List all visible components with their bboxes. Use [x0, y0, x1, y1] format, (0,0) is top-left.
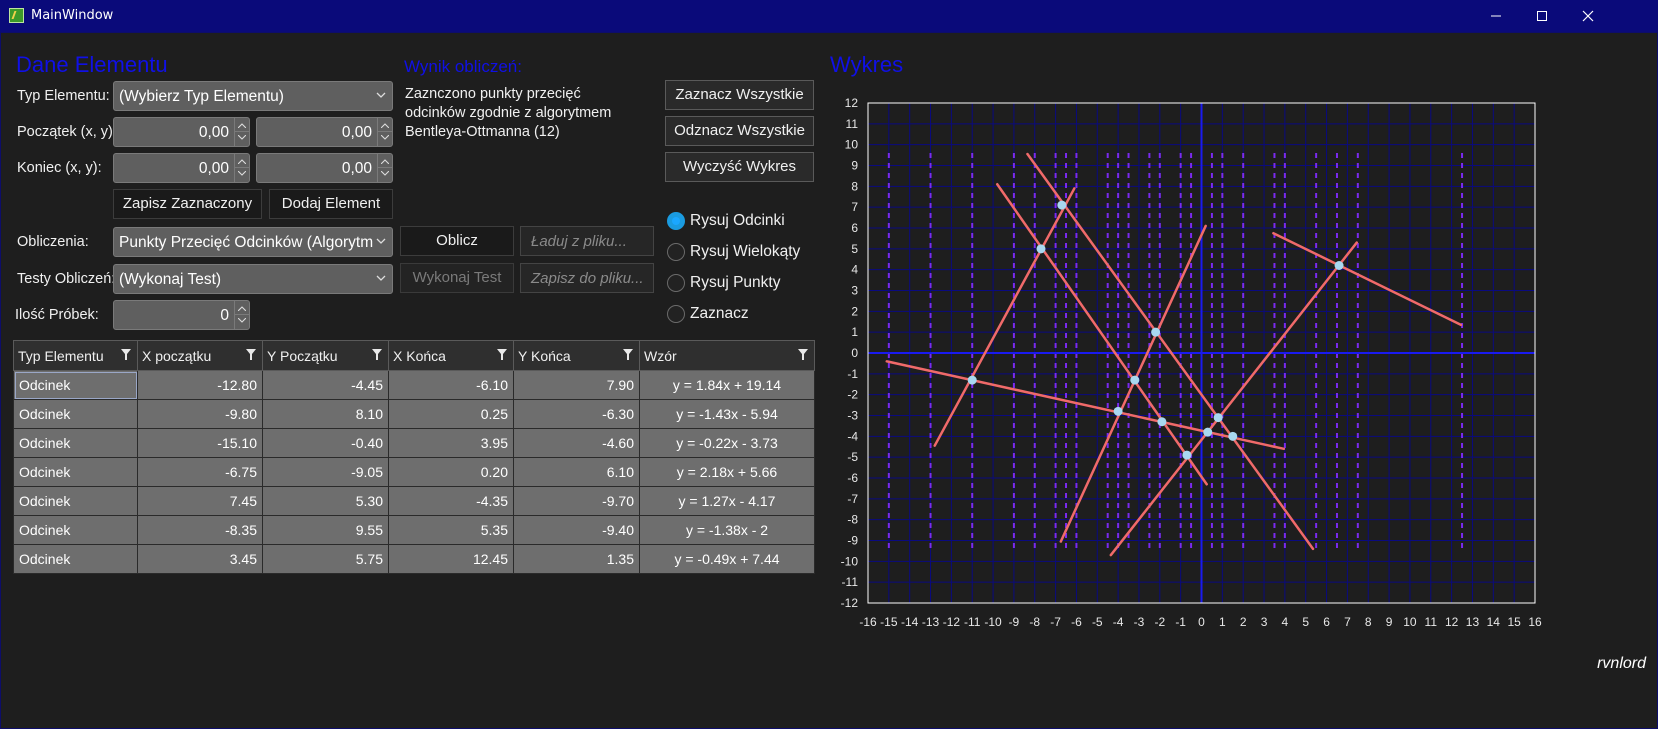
x-tick-label: -12: [943, 615, 961, 629]
x-tick-label: 10: [1403, 615, 1417, 629]
y-tick-label: 9: [851, 159, 858, 173]
x-tick-label: -8: [1029, 615, 1040, 629]
intersection-point: [1057, 200, 1067, 210]
x-tick-label: 5: [1302, 615, 1309, 629]
x-tick-label: -6: [1071, 615, 1082, 629]
x-tick-label: -15: [880, 615, 898, 629]
x-tick-label: 6: [1323, 615, 1330, 629]
intersection-point: [1151, 327, 1161, 337]
intersection-point: [1130, 375, 1140, 385]
y-tick-label: -1: [847, 367, 858, 381]
intersection-point: [967, 375, 977, 385]
y-tick-label: 12: [845, 96, 859, 110]
intersection-point: [1036, 244, 1046, 254]
intersection-point: [1203, 427, 1213, 437]
y-tick-label: -12: [841, 596, 859, 610]
y-tick-label: 10: [845, 138, 859, 152]
intersection-point: [1182, 450, 1192, 460]
x-tick-label: -2: [1154, 615, 1165, 629]
y-tick-label: 3: [851, 284, 858, 298]
y-tick-label: -9: [847, 534, 858, 548]
x-tick-label: 15: [1507, 615, 1521, 629]
y-tick-label: 11: [846, 117, 859, 131]
y-tick-label: -4: [847, 429, 858, 443]
x-tick-label: 11: [1425, 615, 1438, 629]
intersection-point: [1113, 406, 1123, 416]
intersection-point: [1228, 431, 1238, 441]
y-tick-label: -11: [842, 575, 859, 589]
x-tick-label: -5: [1092, 615, 1103, 629]
y-tick-label: -5: [847, 450, 858, 464]
x-tick-label: 2: [1240, 615, 1247, 629]
intersection-point: [1157, 417, 1167, 427]
y-tick-label: 1: [851, 325, 858, 339]
x-tick-label: -7: [1050, 615, 1061, 629]
x-tick-label: 16: [1528, 615, 1542, 629]
x-tick-label: 3: [1261, 615, 1268, 629]
y-tick-label: -7: [847, 492, 858, 506]
x-tick-label: -4: [1113, 615, 1124, 629]
x-tick-label: 7: [1344, 615, 1351, 629]
x-tick-label: -10: [984, 615, 1002, 629]
x-tick-label: -14: [901, 615, 919, 629]
x-tick-label: 12: [1445, 615, 1459, 629]
x-tick-label: -16: [859, 615, 877, 629]
y-tick-label: 7: [851, 200, 858, 214]
x-tick-label: -11: [964, 615, 981, 629]
x-tick-label: 14: [1487, 615, 1501, 629]
y-tick-label: -2: [847, 388, 858, 402]
x-tick-label: -1: [1175, 615, 1186, 629]
y-tick-label: 5: [851, 242, 858, 256]
x-tick-label: 4: [1282, 615, 1289, 629]
x-tick-label: 0: [1198, 615, 1205, 629]
x-tick-label: -13: [922, 615, 940, 629]
y-tick-label: 2: [851, 304, 858, 318]
y-tick-label: 8: [851, 179, 858, 193]
signature: rvnlord: [1597, 655, 1646, 672]
y-tick-label: -6: [847, 471, 858, 485]
x-tick-label: 9: [1386, 615, 1393, 629]
y-tick-label: -8: [847, 513, 858, 527]
y-tick-label: -10: [841, 554, 859, 568]
y-tick-label: 4: [851, 263, 858, 277]
x-tick-label: -3: [1134, 615, 1145, 629]
x-tick-label: 13: [1466, 615, 1480, 629]
intersection-point: [1334, 261, 1344, 270]
plot-canvas[interactable]: -16 -15 -14 -13 -12 -11 -10 -9 -8 -7 -6 -5 -4 -3 -2 -1 0…: [0, 0, 1658, 729]
x-tick-label: 8: [1365, 615, 1372, 629]
y-tick-label: -3: [847, 409, 858, 423]
y-tick-label: 6: [851, 221, 858, 235]
intersection-point: [1213, 413, 1223, 423]
y-tick-label: 0: [851, 346, 858, 360]
x-tick-label: 1: [1219, 615, 1226, 629]
x-tick-label: -9: [1009, 615, 1020, 629]
